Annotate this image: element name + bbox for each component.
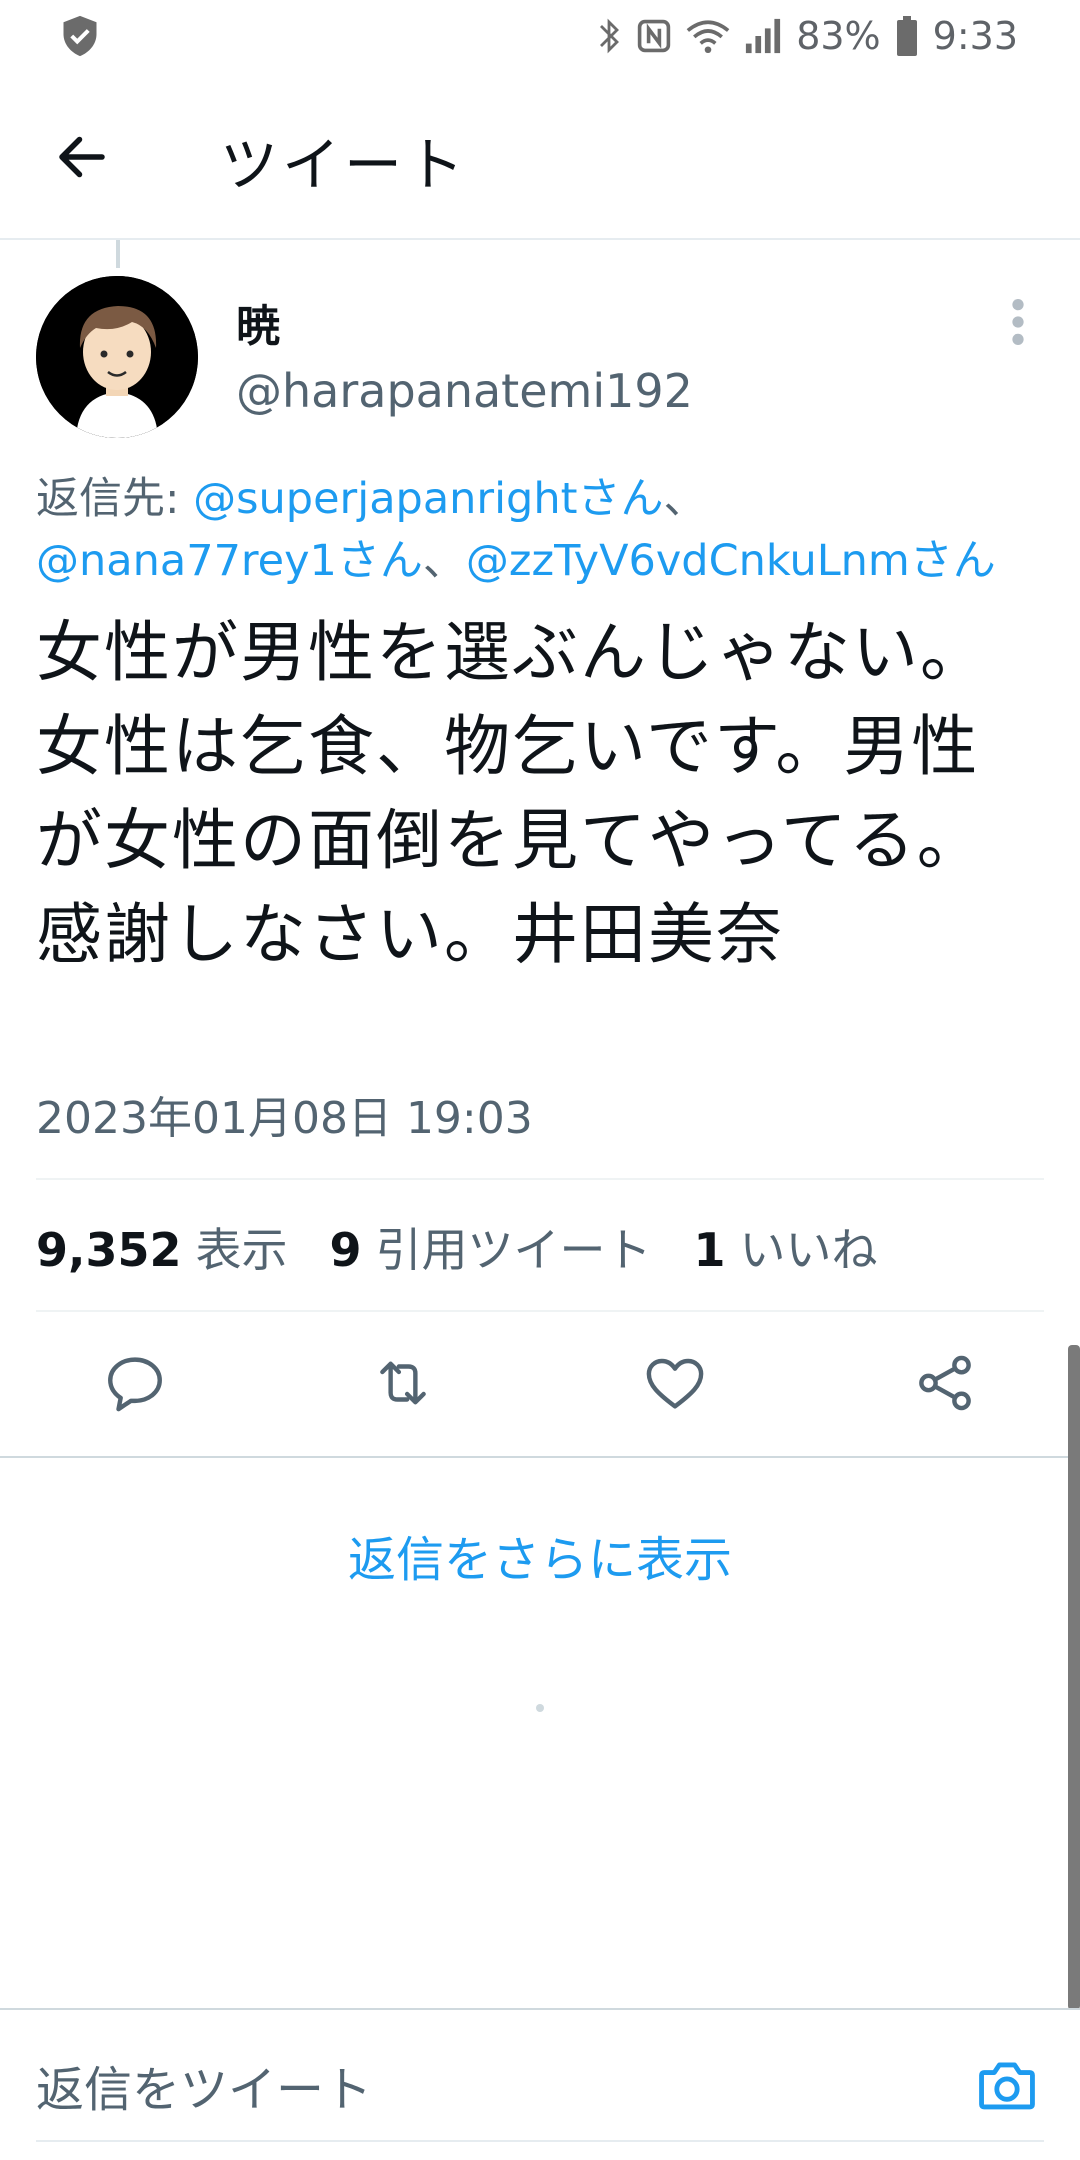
battery-icon	[896, 16, 917, 56]
mention-separator: 、	[663, 474, 707, 524]
header: ツイート	[0, 72, 1080, 240]
clock: 9:33	[932, 14, 1018, 58]
show-more-replies-button[interactable]: 返信をさらに表示	[0, 1520, 1080, 1590]
divider	[36, 1310, 1044, 1312]
battery-percent: 83%	[796, 14, 881, 58]
reply-input[interactable]: 返信をツイート	[36, 2050, 372, 2120]
stat-label: 引用ツイート	[375, 1223, 652, 1277]
divider	[0, 2008, 1080, 2010]
mention-link[interactable]: @zzTyV6vdCnkuLnmさん	[466, 536, 996, 586]
tweet-text: 女性が男性を選ぶんじゃない。女性は乞食、物乞いです。男性が女性の面倒を見てやって…	[36, 614, 988, 973]
divider	[36, 2140, 1044, 2142]
loading-indicator	[536, 1704, 544, 1712]
stat-label: 表示	[195, 1223, 288, 1277]
avatar-illustration-icon	[36, 276, 198, 438]
signal-icon	[746, 18, 781, 54]
mention-separator: 、	[422, 536, 466, 586]
camera-icon[interactable]	[976, 2056, 1038, 2112]
stat-views[interactable]: 9,352 表示	[36, 1214, 288, 1280]
divider	[36, 1178, 1044, 1180]
thread-connector-line	[116, 240, 120, 268]
wifi-icon	[686, 20, 730, 54]
status-bar: 83% 9:33	[0, 0, 1080, 72]
avatar[interactable]	[36, 276, 198, 438]
back-arrow-icon[interactable]	[52, 127, 112, 187]
more-options-icon[interactable]	[1006, 296, 1030, 348]
share-icon[interactable]	[912, 1350, 978, 1416]
tweet-timestamp[interactable]: 2023年01月08日 19:03	[36, 1082, 533, 1146]
shield-icon	[63, 15, 97, 57]
nfc-icon	[637, 19, 671, 53]
display-name[interactable]: 暁	[236, 290, 280, 354]
mention-link[interactable]: @superjapanrightさん	[193, 474, 663, 524]
reply-icon[interactable]	[102, 1350, 168, 1416]
user-handle[interactable]: @harapanatemi192	[236, 364, 693, 418]
stat-label: いいね	[739, 1223, 878, 1277]
page-title: ツイート	[220, 131, 469, 199]
reply-to-line: 返信先: @superjapanrightさん、 @nana77rey1さん、@z…	[36, 468, 1056, 592]
action-bar	[0, 1340, 1080, 1430]
retweet-icon[interactable]	[370, 1350, 436, 1416]
stat-quote-tweets[interactable]: 9 引用ツイート	[330, 1214, 652, 1280]
stat-count: 9	[329, 1223, 362, 1277]
bluetooth-icon	[600, 18, 620, 54]
divider	[0, 1456, 1080, 1458]
stat-likes[interactable]: 1 いいね	[694, 1214, 878, 1280]
mention-link[interactable]: @nana77rey1さん	[36, 536, 423, 586]
scrollbar[interactable]	[1068, 1345, 1080, 2010]
stat-count: 9,352	[36, 1223, 182, 1277]
stat-count: 1	[693, 1223, 726, 1277]
reply-to-prefix: 返信先:	[36, 474, 194, 524]
like-icon[interactable]	[642, 1350, 708, 1416]
tweet-stats: 9,352 表示 9 引用ツイート 1 いいね	[36, 1214, 920, 1280]
